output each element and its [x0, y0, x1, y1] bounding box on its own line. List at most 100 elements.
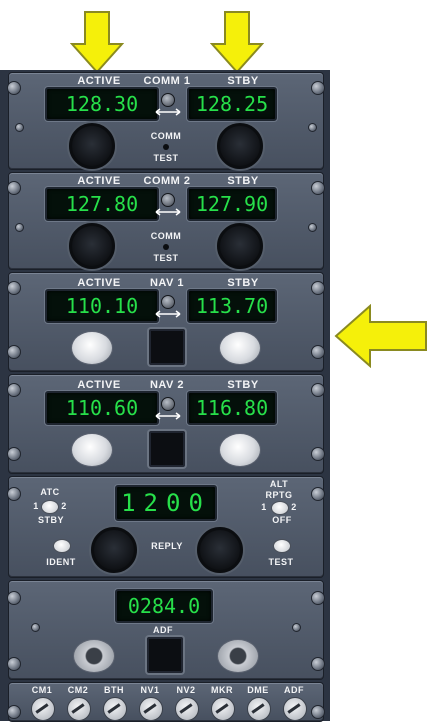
screw-icon	[7, 383, 21, 397]
audio-label: NV1	[140, 685, 160, 695]
alt-reporting-switch[interactable]	[271, 501, 289, 515]
nav2-active-knob[interactable]	[71, 433, 113, 467]
screw-icon	[308, 223, 317, 232]
nav1-ident-button[interactable]	[149, 329, 185, 365]
nav1-active-knob[interactable]	[71, 331, 113, 365]
nav2-panel: ACTIVE NAV 2 STBY 110.60 116.80	[7, 374, 325, 474]
audio-label: CM2	[67, 685, 89, 695]
ident-label: IDENT	[46, 557, 76, 567]
nav1-active-display: 110.10	[45, 289, 159, 323]
screw-icon	[311, 705, 325, 719]
comm1-active-knob[interactable]	[69, 123, 115, 169]
adf-button[interactable]	[147, 637, 183, 673]
audio-select-knob[interactable]	[211, 697, 235, 721]
comm1-transfer-switch[interactable]	[161, 93, 175, 107]
nav2-transfer-switch[interactable]	[161, 397, 175, 411]
nav1-standby-display: 113.70	[187, 289, 277, 323]
screw-icon	[311, 281, 325, 295]
nav2-standby-knob[interactable]	[219, 433, 261, 467]
screw-icon	[311, 591, 325, 605]
screw-icon	[311, 447, 325, 461]
comm2-active-knob[interactable]	[69, 223, 115, 269]
screw-icon	[7, 81, 21, 95]
alt-label: ALT	[269, 479, 289, 489]
alt-pos1-label: 1	[261, 502, 267, 512]
comm1-comm-label: COMM	[150, 131, 182, 141]
atc-stby-label: STBY	[37, 515, 64, 525]
audio-label: CM1	[31, 685, 53, 695]
comm1-standby-knob[interactable]	[217, 123, 263, 169]
nav1-title: NAV 1	[149, 277, 185, 289]
screw-icon	[311, 345, 325, 359]
adf-left-knob[interactable]	[73, 639, 115, 673]
adf-right-knob[interactable]	[217, 639, 259, 673]
audio-select-knob[interactable]	[283, 697, 307, 721]
screw-icon	[7, 591, 21, 605]
transfer-arrows-icon	[155, 310, 181, 318]
screw-icon	[7, 345, 21, 359]
off-label: OFF	[272, 515, 292, 525]
audio-select-knob[interactable]	[139, 697, 163, 721]
adf-panel: 0284.0 ADF	[7, 580, 325, 680]
audio-label: DME	[247, 685, 269, 695]
atc-left-knob[interactable]	[91, 527, 137, 573]
comm1-title: COMM 1	[143, 75, 191, 87]
atc-right-knob[interactable]	[197, 527, 243, 573]
atc-test-label: TEST	[268, 557, 294, 567]
nav2-ident-button[interactable]	[149, 431, 185, 467]
nav2-active-display: 110.60	[45, 391, 159, 425]
audio-select-knob[interactable]	[67, 697, 91, 721]
comm2-comm-label: COMM	[150, 231, 182, 241]
transfer-arrows-icon	[155, 208, 181, 216]
comm1-active-label: ACTIVE	[77, 75, 121, 87]
screw-icon	[311, 657, 325, 671]
ident-button[interactable]	[53, 539, 71, 553]
screw-icon	[311, 81, 325, 95]
nav1-stby-label: STBY	[227, 277, 259, 289]
transfer-arrows-icon	[155, 108, 181, 116]
nav1-transfer-switch[interactable]	[161, 295, 175, 309]
audio-label: ADF	[284, 685, 304, 695]
atc-mode-switch[interactable]	[41, 500, 59, 514]
screw-icon	[308, 123, 317, 132]
nav1-active-label: ACTIVE	[77, 277, 121, 289]
comm2-transfer-switch[interactable]	[161, 193, 175, 207]
radio-stack: ACTIVE COMM 1 STBY 128.30 128.25 COMM TE…	[0, 70, 330, 722]
adf-label: ADF	[153, 625, 173, 635]
audio-label: NV2	[176, 685, 196, 695]
nav1-standby-knob[interactable]	[219, 331, 261, 365]
screw-icon	[7, 487, 21, 501]
atc-test-button[interactable]	[273, 539, 291, 553]
screw-icon	[311, 487, 325, 501]
screw-icon	[7, 657, 21, 671]
reply-label: REPLY	[151, 541, 183, 551]
screw-icon	[292, 623, 301, 632]
nav2-stby-label: STBY	[227, 379, 259, 391]
nav2-title: NAV 2	[149, 379, 185, 391]
alt-pos2-label: 2	[291, 502, 297, 512]
atc-label: ATC	[40, 487, 60, 497]
atc-panel: ATC 1 2 STBY 1200 ALT RPTG 1 2 OFF IDENT…	[7, 476, 325, 578]
adf-frequency-display: 0284.0	[115, 589, 213, 623]
nav2-standby-display: 116.80	[187, 391, 277, 425]
comm1-test-label: TEST	[153, 153, 179, 163]
nav2-active-label: ACTIVE	[77, 379, 121, 391]
comm2-standby-display: 127.90	[187, 187, 277, 221]
screw-icon	[311, 181, 325, 195]
comm1-test-button[interactable]	[163, 144, 169, 150]
audio-label: MKR	[211, 685, 233, 695]
comm2-active-label: ACTIVE	[77, 175, 121, 187]
audio-select-knob[interactable]	[31, 697, 55, 721]
comm2-test-button[interactable]	[163, 244, 169, 250]
screw-icon	[7, 181, 21, 195]
audio-select-knob[interactable]	[247, 697, 271, 721]
comm2-standby-knob[interactable]	[217, 223, 263, 269]
audio-panel: CM1 CM2 BTH NV1 NV2 MKR DME ADF	[7, 682, 325, 722]
comm1-panel: ACTIVE COMM 1 STBY 128.30 128.25 COMM TE…	[7, 72, 325, 170]
down-arrow-icon-stby	[210, 11, 264, 74]
audio-select-knob[interactable]	[175, 697, 199, 721]
audio-label: BTH	[104, 685, 124, 695]
audio-select-knob[interactable]	[103, 697, 127, 721]
down-arrow-icon-active	[70, 11, 124, 74]
screw-icon	[7, 705, 21, 719]
